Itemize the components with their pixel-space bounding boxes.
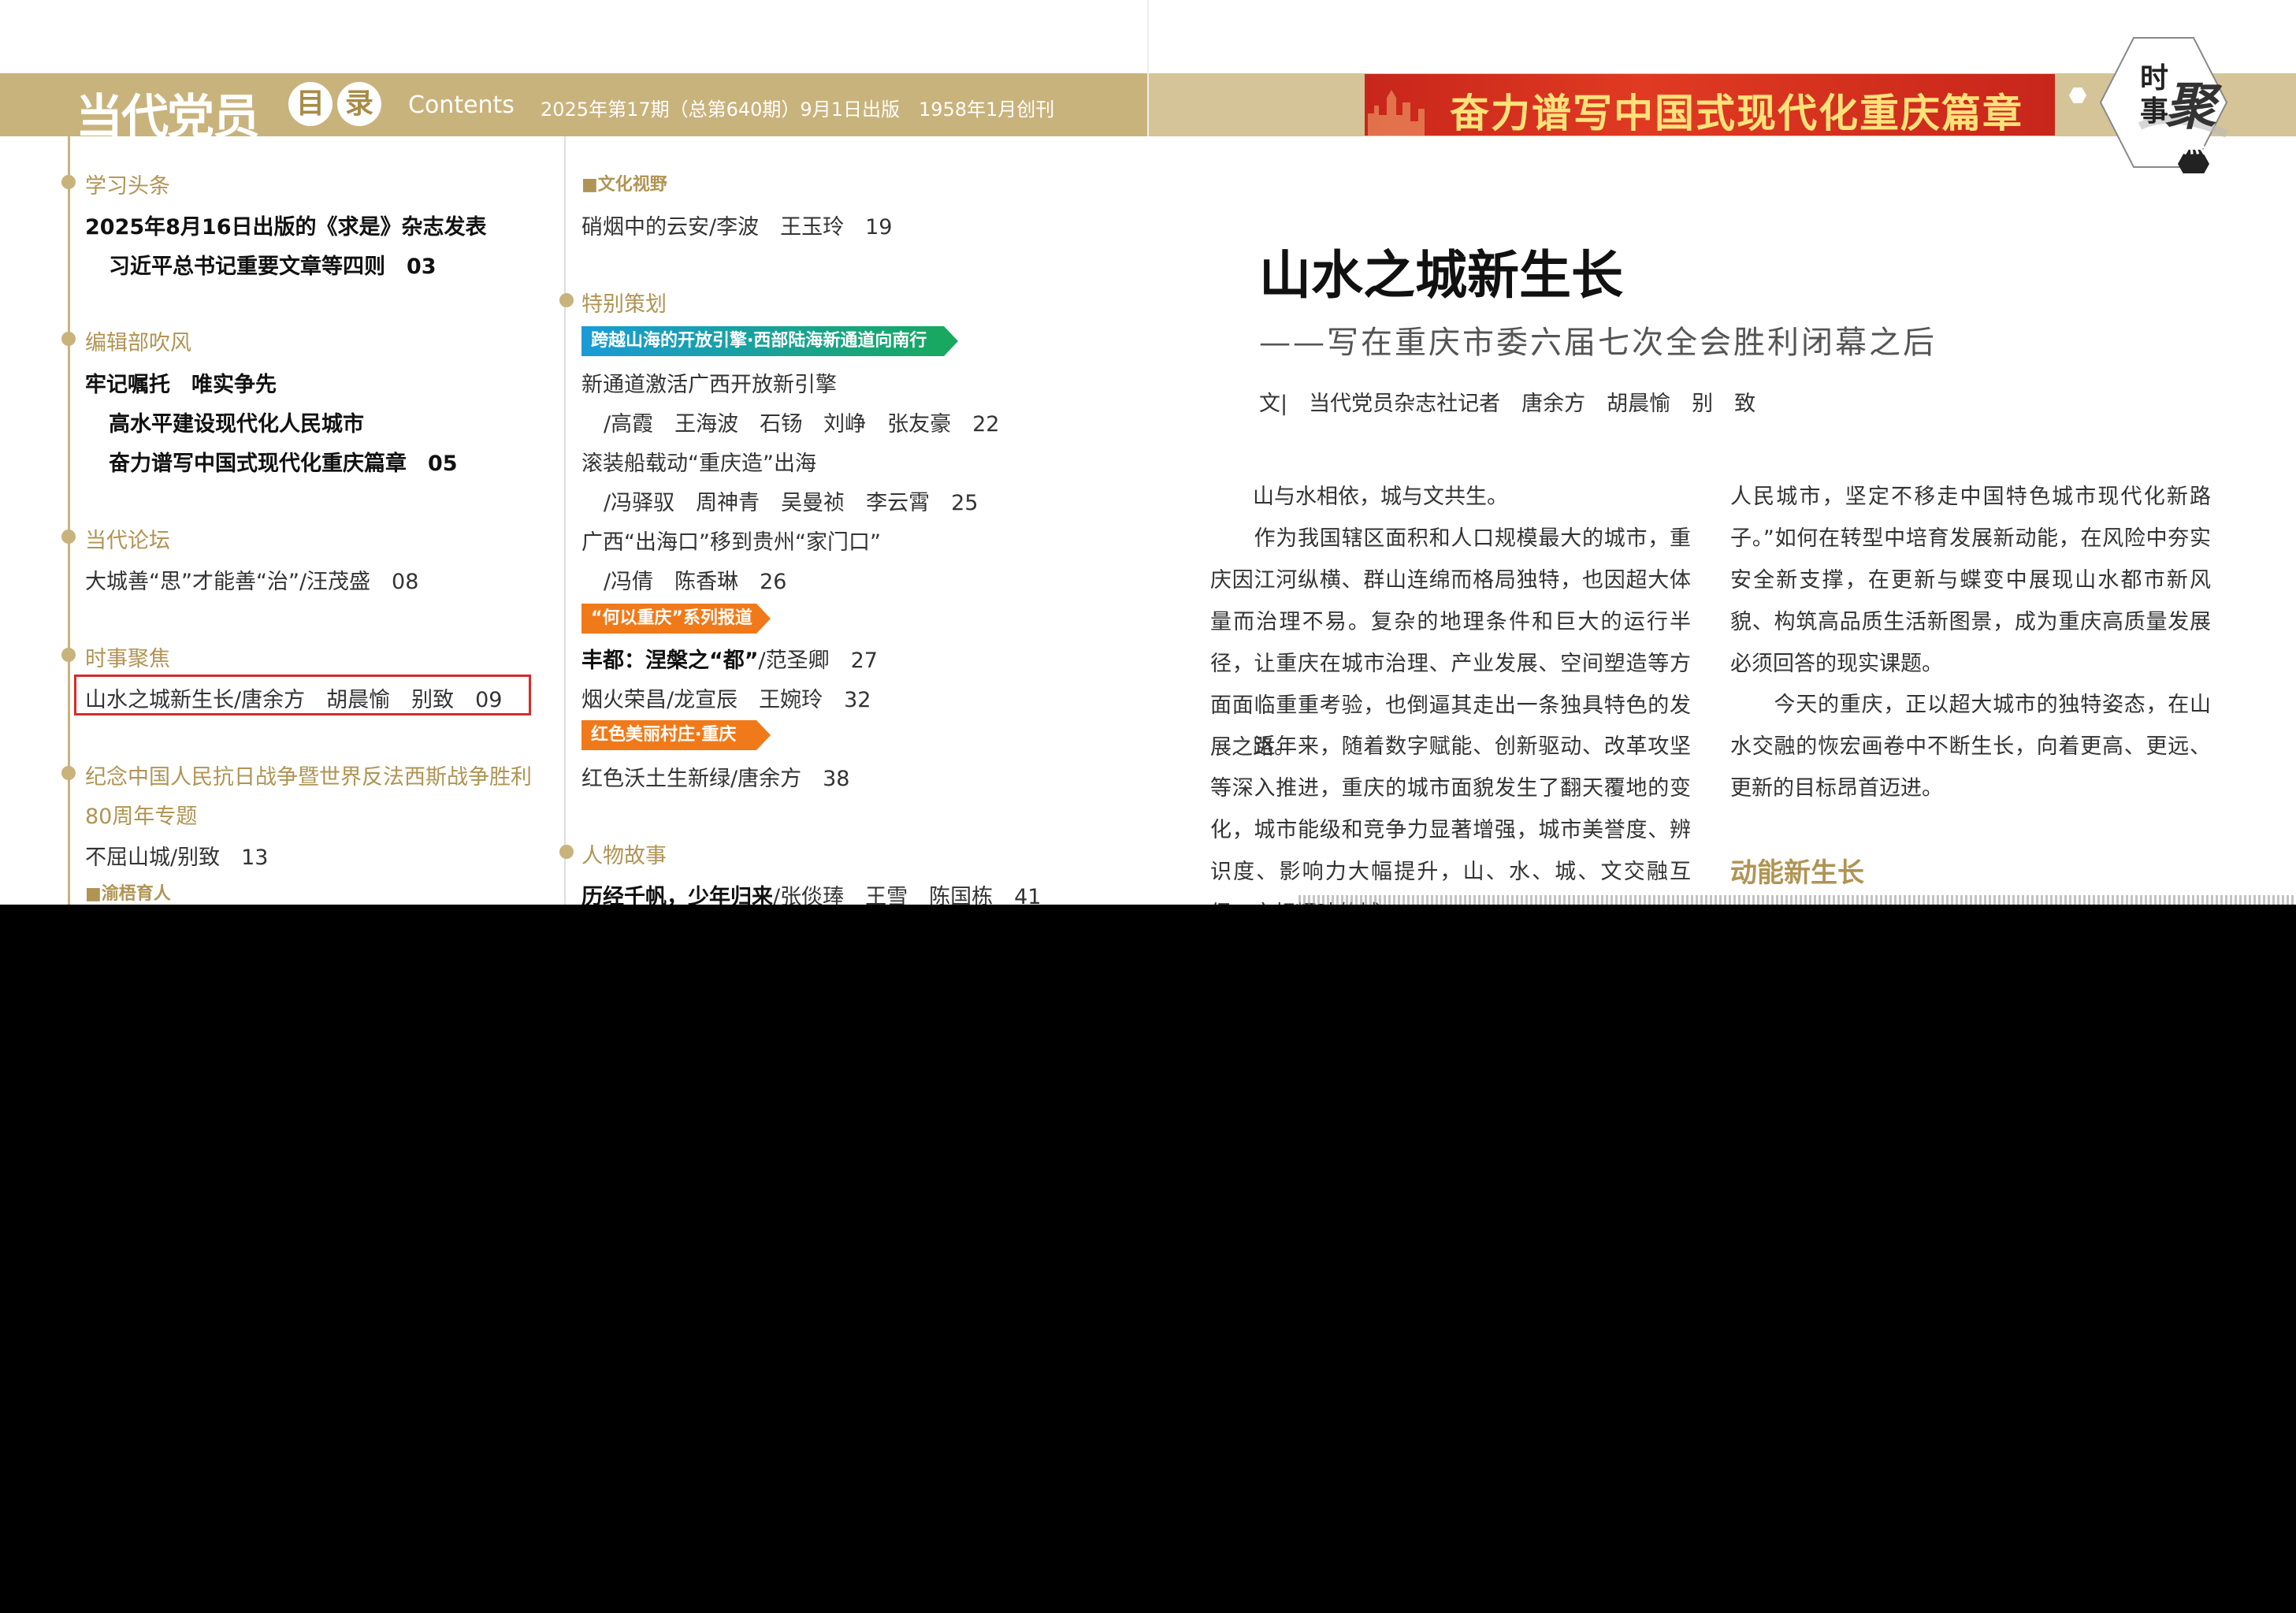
article-subtitle: ——写在重庆市委六届七次全会胜利闭幕之后 xyxy=(1259,325,1937,361)
toc-subsection: ■文化视野 xyxy=(581,175,667,195)
section-dot xyxy=(559,845,574,859)
toc-section: 学习头条 xyxy=(85,174,170,199)
section-dot xyxy=(559,293,574,307)
skyline-icon xyxy=(1368,90,1425,136)
toc-entry[interactable]: 丰都：涅槃之“都”/范圣卿 27 xyxy=(581,643,878,674)
toc-entry[interactable]: 高水平建设现代化人民城市 xyxy=(109,407,364,437)
dotted-divider xyxy=(1298,895,2296,905)
article-paragraph: 山与水相依，城与文共生。 xyxy=(1210,485,1508,509)
toc-entry[interactable]: 2025年8月16日出版的《求是》杂志发表 xyxy=(85,210,487,240)
toc-entry[interactable]: 历经千帆，少年归来/张倓琫 王雪 陈国栋 41 xyxy=(581,879,1041,905)
toc-char-1: 目 xyxy=(288,82,333,126)
contents-label: Contents xyxy=(408,91,515,119)
toc-section: 特别策划 xyxy=(581,292,667,317)
toc-entry[interactable]: /高霞 王海波 石钖 刘峥 张友豪 22 xyxy=(604,407,999,437)
toc-subsection: ■渝梧育人 xyxy=(85,884,171,904)
toc-section: 当代论坛 xyxy=(85,529,170,553)
left-timeline xyxy=(68,136,70,905)
toc-entry[interactable]: 烟火荣昌/龙宣辰 王婉玲 32 xyxy=(581,682,871,713)
toc-entry-highlighted[interactable]: 山水之城新生长/唐余方 胡晨愉 别致 09 xyxy=(85,682,502,713)
toc-entry[interactable]: /冯驿驭 周神青 吴曼祯 李云霄 25 xyxy=(604,485,978,516)
toc-section: 时事聚焦 xyxy=(85,647,170,671)
toc-entry[interactable]: 新通道激活广西开放新引擎 xyxy=(581,367,837,398)
toc-section: 编辑部吹风 xyxy=(85,331,191,355)
section-dot xyxy=(61,332,76,346)
section-dot xyxy=(61,530,76,544)
section-dot xyxy=(61,175,76,189)
section-dot xyxy=(61,648,76,662)
toc-entry[interactable]: 硝烟中的云安/李波 王玉玲 19 xyxy=(581,210,892,240)
toc-entry[interactable]: 奋力谱写中国式现代化重庆篇章 05 xyxy=(109,446,458,477)
toc-entry[interactable]: 红色沃土生新绿/唐余方 38 xyxy=(581,761,849,792)
tag-label: 红色美丽村庄·重庆 xyxy=(581,720,771,750)
magazine-spread: 当代党员 目 录 Contents 2025年第17期（总第640期）9月1日出… xyxy=(0,0,2296,905)
toc-entry[interactable]: 广西“出海口”移到贵州“家门口” xyxy=(581,525,881,556)
tag-label: 跨越山海的开放引擎·西部陆海新通道向南行 xyxy=(581,326,958,356)
toc-entry[interactable]: 不屈山城/别致 13 xyxy=(85,840,268,871)
toc-section-cont: 80周年专题 xyxy=(85,805,198,829)
toc-char-2: 录 xyxy=(337,82,381,126)
toc-entry[interactable]: 大城善“思”才能善“治”/汪茂盛 08 xyxy=(85,564,418,595)
article-paragraph: 人民城市，坚定不移走中国特色城市现代化新路子。”如何在转型中培育发展新动能，在风… xyxy=(1730,485,2211,676)
slogan-banner: 奋力谱写中国式现代化重庆篇章 xyxy=(1365,74,2055,136)
section-dot xyxy=(61,766,76,780)
banner-slogan: 奋力谱写中国式现代化重庆篇章 xyxy=(1450,90,2023,136)
toc-section: 人物故事 xyxy=(581,844,667,868)
article-subheading: 动能新生长 xyxy=(1730,857,1864,889)
badge-char-jiao: 焦 xyxy=(2183,131,2206,158)
column-badge: 时 事 聚 焦 xyxy=(2093,32,2235,178)
spread-fold xyxy=(1147,0,1149,136)
badge-char-shi2: 事 xyxy=(2140,95,2169,128)
issue-info: 2025年第17期（总第640期）9月1日出版 1958年1月创刊 xyxy=(541,98,1055,121)
toc-section: 纪念中国人民抗日战争暨世界反法西斯战争胜利 xyxy=(85,765,532,790)
toc-entry[interactable]: 滚装船载动“重庆造”出海 xyxy=(581,446,816,477)
article-byline: 文| 当代党员杂志社记者 唐余方 胡晨愉 别 致 xyxy=(1259,392,1756,416)
toc-entry[interactable]: /冯倩 陈香琳 26 xyxy=(604,564,786,595)
article-title: 山水之城新生长 xyxy=(1259,244,1623,306)
toc-entry[interactable]: 牢记嘱托 唯实争先 xyxy=(85,367,277,398)
article-paragraph: 今天的重庆，正以超大城市的独特姿态，在山水交融的恢宏画卷中不断生长，向着更高、更… xyxy=(1730,693,2211,801)
column-divider xyxy=(564,136,566,905)
toc-entry[interactable]: 习近平总书记重要文章等四则 03 xyxy=(109,249,437,280)
magazine-brand: 当代党员 xyxy=(76,90,260,145)
tag-label: “何以重庆”系列报道 xyxy=(581,604,771,634)
article-paragraph: 近年来，随着数字赋能、创新驱动、改革攻坚等深入推进，重庆的城市面貌发生了翻天覆地… xyxy=(1210,734,1691,905)
